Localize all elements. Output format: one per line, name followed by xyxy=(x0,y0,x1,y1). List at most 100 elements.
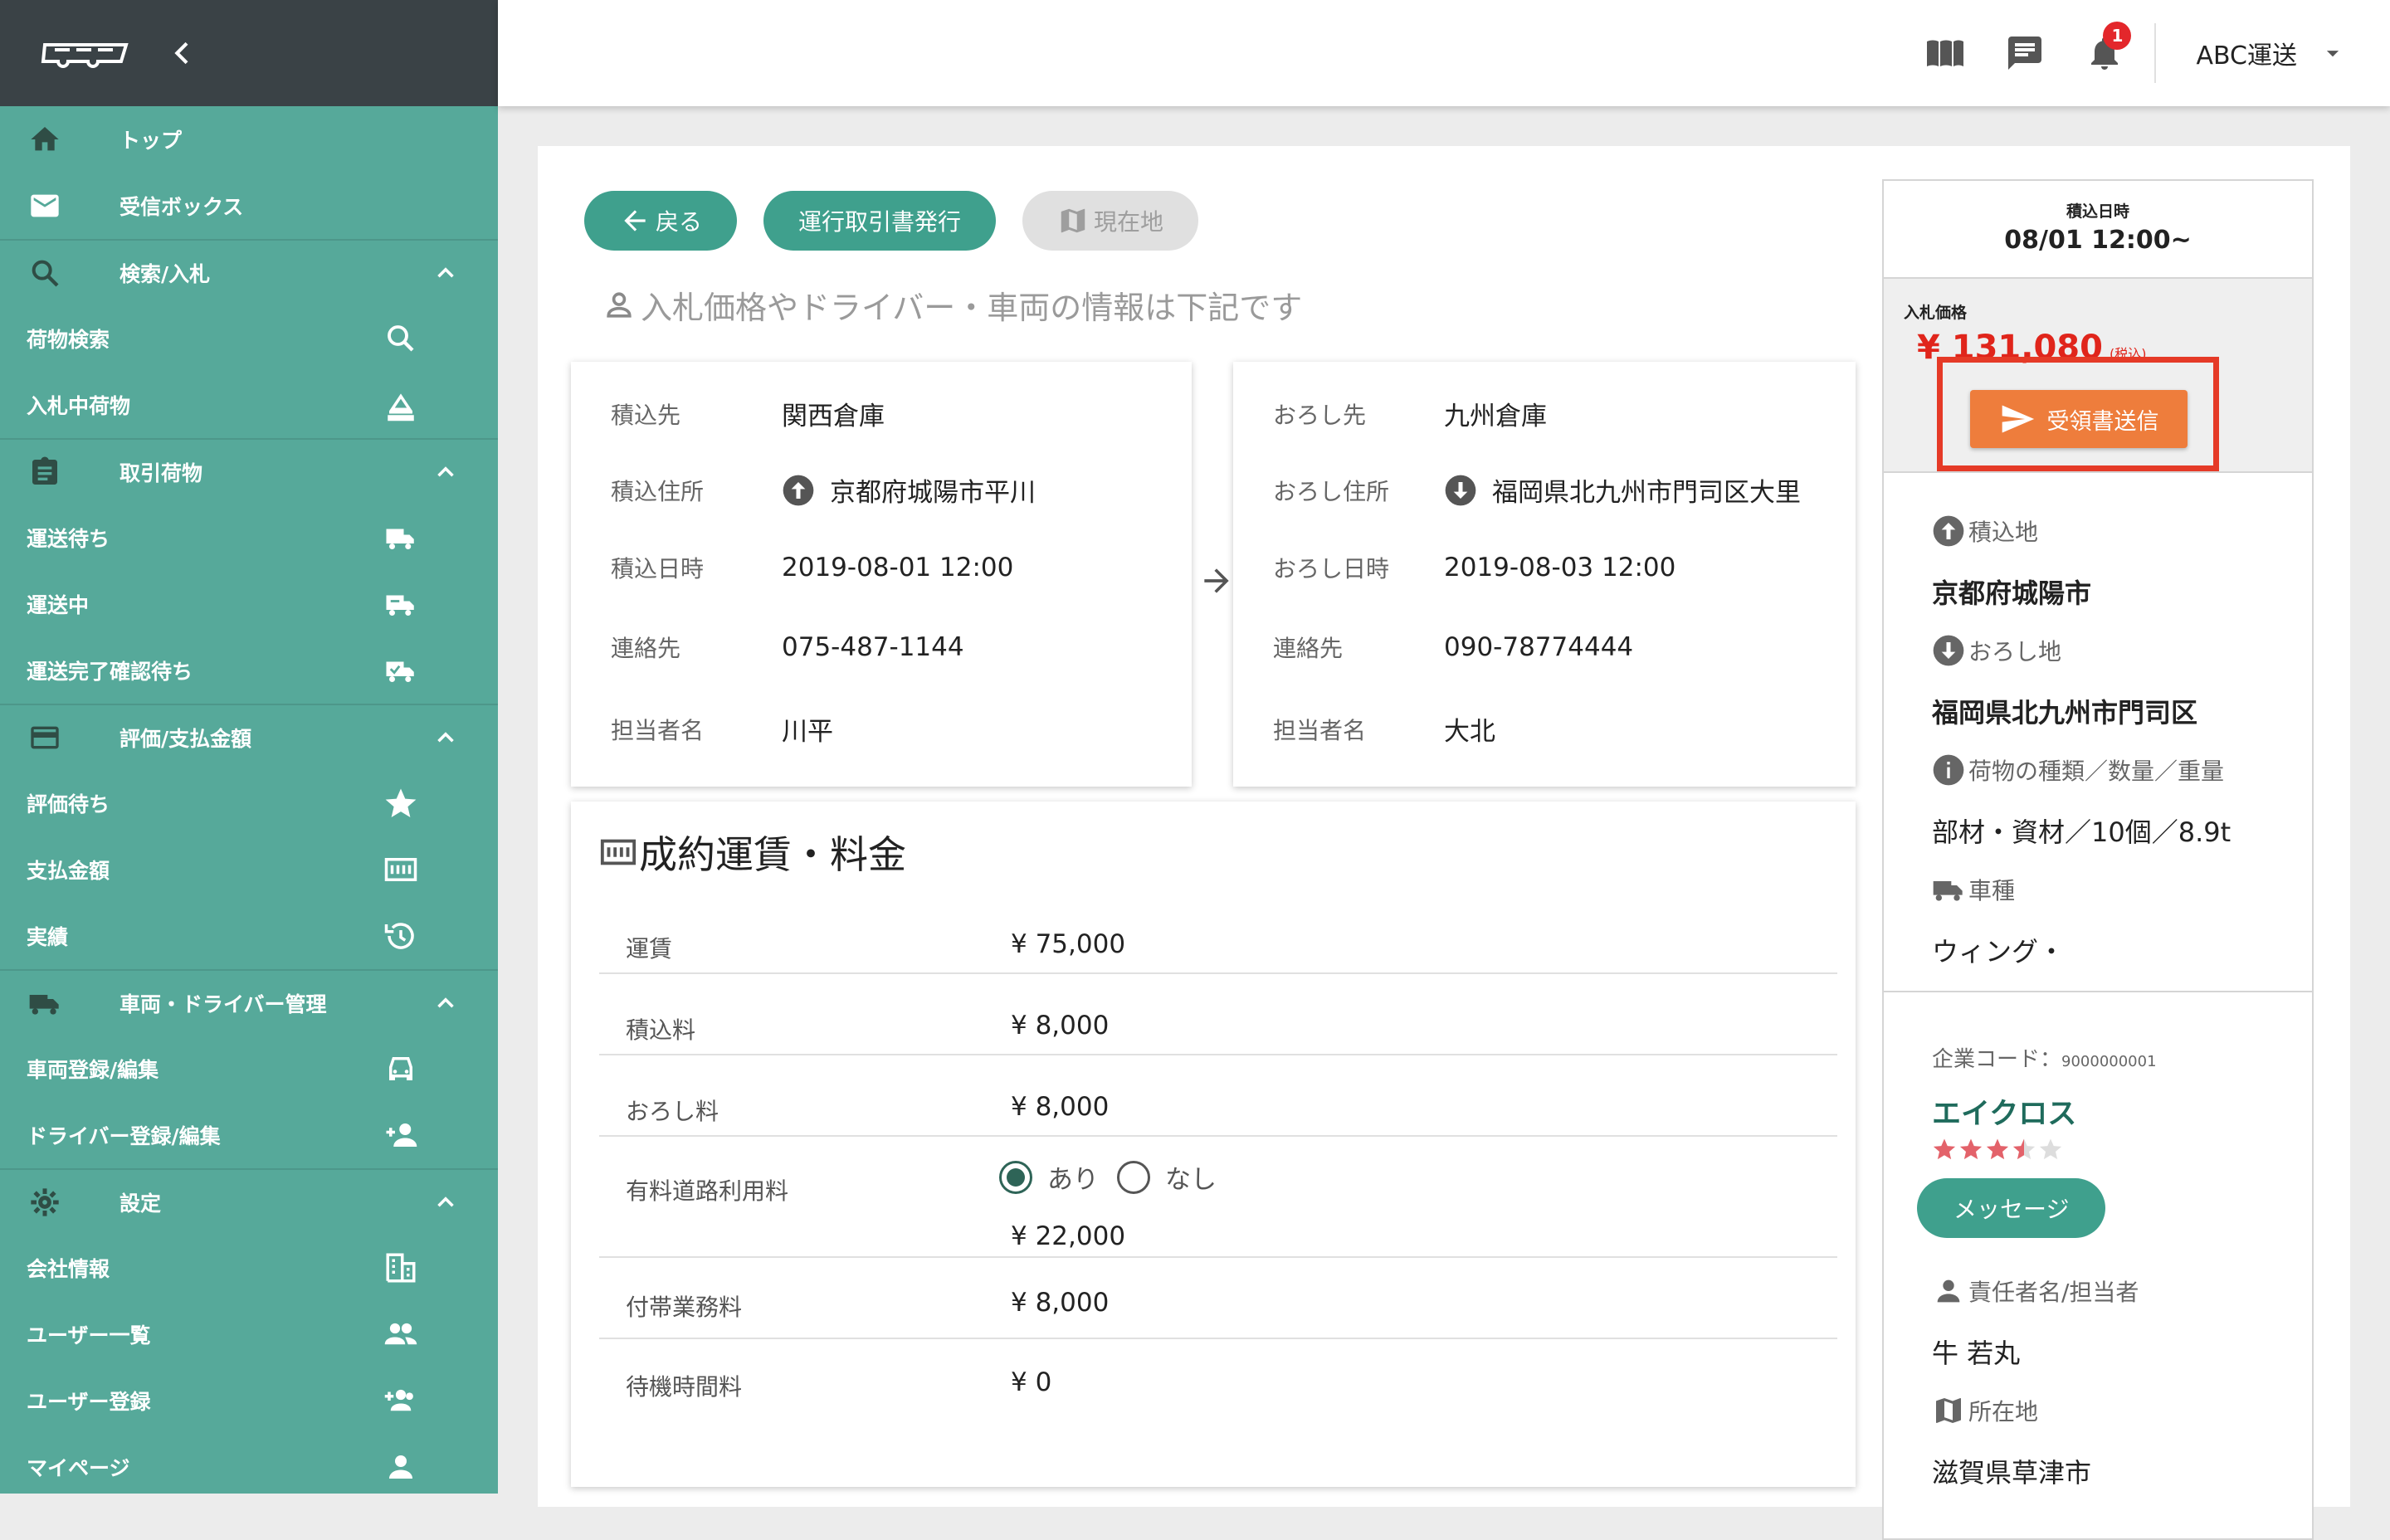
arrow-left-icon xyxy=(624,210,646,231)
toll-yes-label: あり xyxy=(1047,1165,1099,1195)
sidebar-item-vehicle-register[interactable]: 車両登録/編集 xyxy=(0,1036,498,1102)
people-icon xyxy=(384,1323,417,1345)
star-full-icon xyxy=(1959,1138,1983,1160)
send-icon xyxy=(2002,405,2034,433)
sidebar-item-user-register[interactable]: ユーザー登録 xyxy=(0,1367,498,1434)
sidebar-item-in-transit[interactable]: 運送中 xyxy=(0,571,498,637)
sidebar-section-deals[interactable]: 取引荷物 xyxy=(0,438,498,504)
sidebar-item-label: 会社情報 xyxy=(27,1257,110,1281)
truck-icon xyxy=(1933,881,1963,901)
sidebar-item-label: ユーザー一覧 xyxy=(27,1323,151,1348)
info-icon xyxy=(1933,754,1964,786)
sidebar-section-label: 車両・ドライバー管理 xyxy=(120,992,327,1016)
toll-no-label: なし xyxy=(1165,1165,1217,1195)
summary-date-label: 積込日時 xyxy=(2066,202,2129,221)
sidebar-item-awaiting-review[interactable]: 評価待ち xyxy=(0,770,498,836)
sidebar-item-top[interactable]: トップ xyxy=(0,106,498,173)
sidebar-item-label: 受信ボックス xyxy=(120,195,244,219)
money-icon xyxy=(600,839,637,865)
arrow-down-circle-icon xyxy=(1933,635,1964,666)
fee-row-extra: 付帯業務料 ¥ 8,000 xyxy=(599,1258,1837,1339)
back-label: 戻る xyxy=(656,208,703,236)
chevron-up-icon[interactable] xyxy=(432,724,460,752)
mail-icon xyxy=(31,194,59,217)
company-code-label: 企業コード： xyxy=(1932,1047,2062,1072)
sidebar-item-cargo-search[interactable]: 荷物検索 xyxy=(0,305,498,372)
chevron-up-icon[interactable] xyxy=(432,1188,460,1216)
chat-icon[interactable] xyxy=(2005,33,2045,73)
sidebar-item-history[interactable]: 実績 xyxy=(0,903,498,969)
field-label: おろし先 xyxy=(1273,401,1367,429)
unloading-datetime-row: おろし日時 2019-08-03 12:00 xyxy=(1273,551,1675,584)
sidebar-item-inbox[interactable]: 受信ボックス xyxy=(0,173,498,239)
origin-label-text: 積込地 xyxy=(1968,519,2039,546)
truck-icon xyxy=(386,529,414,549)
sidebar-section-label: 検索/入札 xyxy=(120,262,211,286)
gavel-icon xyxy=(388,393,414,422)
field-value: 京都府城陽市平川 xyxy=(782,471,1036,509)
vehicle-value: ウィング・ xyxy=(1932,936,2066,967)
loading-place-row: 積込先 関西倉庫 xyxy=(611,395,885,432)
book-icon[interactable] xyxy=(1925,33,1965,73)
sidebar-section-vehicles[interactable]: 車両・ドライバー管理 xyxy=(0,969,498,1036)
field-value: 福岡県北九州市門司区大里 xyxy=(1444,471,1801,509)
collapse-sidebar-icon[interactable] xyxy=(166,37,199,70)
send-receipt-button[interactable]: 受領書送信 xyxy=(1970,390,2188,448)
star-full-icon xyxy=(1986,1138,2009,1160)
sidebar-section-settings[interactable]: 設定 xyxy=(0,1168,498,1235)
sidebar-item-completion-check[interactable]: 運送完了確認待ち xyxy=(0,637,498,704)
notification-button[interactable]: 1 xyxy=(2085,22,2132,73)
current-location-button[interactable]: 現在地 xyxy=(1022,191,1199,251)
chevron-up-icon[interactable] xyxy=(432,458,460,486)
map-icon xyxy=(1061,208,1085,233)
cargo-value: 部材・資材／10個／8.9t xyxy=(1932,816,2231,848)
message-button[interactable]: メッセージ xyxy=(1917,1178,2106,1238)
company-name[interactable]: エイクロス xyxy=(1932,1090,2076,1133)
main-panel: 戻る 運行取引書発行 現在地 入札価格やドライバー・車両の情報は下記です 積込先… xyxy=(538,146,2350,1540)
sidebar-section-search[interactable]: 検索/入札 xyxy=(0,239,498,305)
divider xyxy=(1884,991,2312,992)
issue-document-button[interactable]: 運行取引書発行 xyxy=(763,191,997,251)
field-value: 川平 xyxy=(782,717,833,747)
sidebar-item-label: 運送待ち xyxy=(27,527,110,551)
cargo-label-text: 荷物の種類／数量／重量 xyxy=(1968,758,2225,785)
fees-card: 成約運賃・料金 運賃 ¥ 75,000 積込料 ¥ 8,000 おろし料 ¥ 8… xyxy=(571,802,1856,1487)
sidebar-item-awaiting-transport[interactable]: 運送待ち xyxy=(0,504,498,571)
location-label: 所在地 xyxy=(1932,1394,2038,1427)
toll-no-radio[interactable] xyxy=(1117,1160,1150,1194)
sidebar-item-mypage[interactable]: マイページ xyxy=(0,1434,498,1494)
chevron-up-icon[interactable] xyxy=(432,989,460,1017)
group-add-icon xyxy=(384,1389,413,1411)
building-icon xyxy=(386,1253,416,1283)
truck-logo-icon[interactable] xyxy=(40,38,133,68)
star-empty-icon xyxy=(2039,1138,2062,1160)
sidebar-item-label: 支払金額 xyxy=(27,859,110,883)
field-label: 連絡先 xyxy=(611,635,681,662)
sidebar-item-user-list[interactable]: ユーザー一覧 xyxy=(0,1301,498,1367)
toll-yes-radio[interactable] xyxy=(999,1160,1032,1194)
field-label: 積込日時 xyxy=(611,555,705,582)
company-menu[interactable]: ABC運送 xyxy=(2196,35,2297,71)
fee-row-unloading: おろし料 ¥ 8,000 xyxy=(599,1055,1837,1137)
divider xyxy=(2154,23,2157,83)
search-icon xyxy=(32,260,59,287)
sidebar-item-label: 実績 xyxy=(27,925,69,949)
field-value: 大北 xyxy=(1444,717,1495,747)
sidebar-item-label: マイページ xyxy=(27,1456,130,1480)
unloading-address-row: おろし住所 福岡県北九州市門司区大里 xyxy=(1273,471,1801,509)
sidebar-item-driver-register[interactable]: ドライバー登録/編集 xyxy=(0,1102,498,1168)
action-buttons: 戻る 運行取引書発行 現在地 xyxy=(584,191,1199,251)
chevron-up-icon[interactable] xyxy=(432,259,460,287)
sidebar-item-bidding-cargo[interactable]: 入札中荷物 xyxy=(0,372,498,438)
sidebar-section-payment[interactable]: 評価/支払金額 xyxy=(0,704,498,770)
sidebar-item-payment-amount[interactable]: 支払金額 xyxy=(0,836,498,903)
cargo-label: 荷物の種類／数量／重量 xyxy=(1932,753,2224,787)
back-button[interactable]: 戻る xyxy=(584,191,738,251)
field-value: 2019-08-01 12:00 xyxy=(782,553,1014,582)
caret-down-icon[interactable] xyxy=(2319,39,2347,67)
fee-label: おろし料 xyxy=(626,1098,719,1125)
fee-label: 運賃 xyxy=(626,935,673,962)
sidebar-item-company-info[interactable]: 会社情報 xyxy=(0,1235,498,1301)
home-icon xyxy=(31,127,59,151)
gear-icon xyxy=(31,1188,59,1216)
